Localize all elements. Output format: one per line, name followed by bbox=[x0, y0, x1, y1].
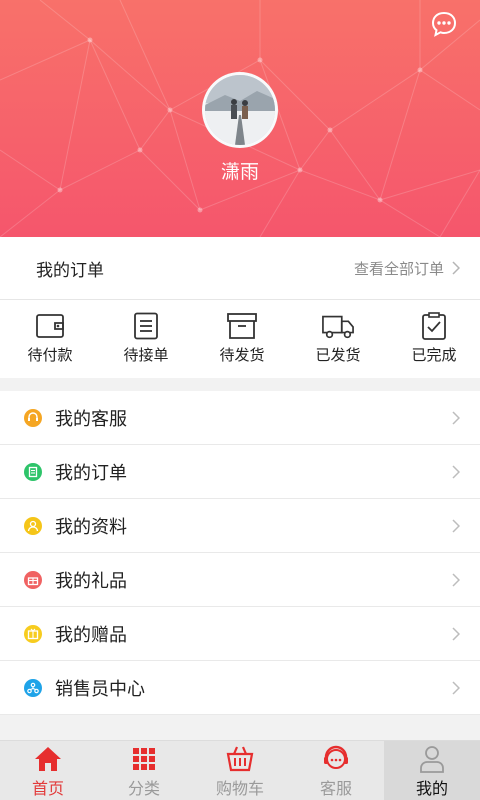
chevron-right-icon bbox=[452, 680, 460, 695]
headset-icon bbox=[324, 745, 348, 769]
cart-icon bbox=[226, 746, 254, 772]
tab-home[interactable]: 首页 bbox=[0, 741, 96, 800]
profile-header: 潇雨 bbox=[0, 0, 480, 237]
order-status-awaiting-acceptance[interactable]: 待接单 bbox=[96, 300, 192, 378]
tab-label: 首页 bbox=[31, 779, 64, 798]
menu-item-my-freebies[interactable]: 我的赠品 bbox=[0, 607, 480, 661]
box-icon bbox=[227, 313, 257, 339]
order-status-label: 待接单 bbox=[123, 346, 169, 364]
profile-icon bbox=[24, 516, 42, 535]
chevron-right-icon bbox=[452, 464, 460, 479]
tab-label: 购物车 bbox=[215, 779, 264, 798]
wallet-icon bbox=[36, 314, 64, 338]
menu-item-label: 我的赠品 bbox=[55, 624, 127, 646]
order-status-label: 已发货 bbox=[315, 346, 361, 364]
chevron-right-icon bbox=[452, 572, 460, 587]
bottom-tab-bar: 首页 分类 购物车 客服 我的 bbox=[0, 740, 480, 800]
tab-customer-service[interactable]: 客服 bbox=[288, 741, 384, 800]
orders-header: 我的订单 查看全部订单 bbox=[0, 237, 480, 300]
menu-item-my-profile[interactable]: 我的资料 bbox=[0, 499, 480, 553]
order-status-row: 待付款 待接单 待发货 已发货 已完成 bbox=[0, 300, 480, 378]
avatar-photo bbox=[205, 75, 275, 145]
order-status-awaiting-shipment[interactable]: 待发货 bbox=[192, 300, 288, 378]
chevron-right-icon bbox=[452, 518, 460, 533]
menu-list: 我的客服 我的订单 我的资料 我的礼品 我的赠品 销售员中心 bbox=[0, 391, 480, 715]
tab-label: 客服 bbox=[319, 779, 352, 798]
menu-item-label: 我的礼品 bbox=[55, 570, 127, 592]
avatar[interactable] bbox=[202, 72, 278, 148]
list-doc-icon bbox=[134, 312, 158, 340]
sales-network-icon bbox=[24, 678, 42, 697]
menu-item-label: 销售员中心 bbox=[55, 678, 145, 700]
chevron-right-icon bbox=[452, 626, 460, 641]
message-button[interactable] bbox=[430, 10, 458, 38]
chevron-right-icon bbox=[452, 261, 460, 275]
view-all-orders-link[interactable]: 查看全部订单 bbox=[354, 258, 460, 279]
home-icon bbox=[35, 747, 61, 771]
orders-card: 我的订单 查看全部订单 待付款 待接单 待发货 已发货 已完成 bbox=[0, 237, 480, 378]
order-status-label: 待发货 bbox=[219, 346, 265, 364]
orders-title: 我的订单 bbox=[36, 260, 104, 281]
username: 潇雨 bbox=[220, 161, 259, 183]
user-icon bbox=[420, 746, 444, 773]
headset-icon bbox=[24, 408, 42, 427]
menu-item-sales-center[interactable]: 销售员中心 bbox=[0, 661, 480, 715]
tab-category[interactable]: 分类 bbox=[96, 741, 192, 800]
clipboard-check-icon bbox=[422, 312, 446, 340]
chevron-right-icon bbox=[452, 410, 460, 425]
order-status-label: 已完成 bbox=[411, 346, 457, 364]
grid-icon bbox=[133, 748, 155, 770]
order-icon bbox=[24, 462, 42, 481]
gift-icon bbox=[24, 570, 42, 589]
order-status-shipped[interactable]: 已发货 bbox=[288, 300, 384, 378]
menu-item-label: 我的订单 bbox=[55, 462, 127, 484]
tab-label: 我的 bbox=[415, 779, 448, 798]
tab-mine[interactable]: 我的 bbox=[384, 741, 480, 800]
tab-label: 分类 bbox=[127, 779, 160, 798]
present-icon bbox=[24, 624, 42, 643]
menu-item-my-orders[interactable]: 我的订单 bbox=[0, 445, 480, 499]
menu-item-label: 我的客服 bbox=[55, 408, 127, 430]
menu-item-label: 我的资料 bbox=[55, 516, 127, 538]
chat-bubble-icon bbox=[431, 11, 457, 37]
tab-cart[interactable]: 购物车 bbox=[192, 741, 288, 800]
order-status-completed[interactable]: 已完成 bbox=[384, 300, 480, 378]
order-status-label: 待付款 bbox=[27, 346, 73, 364]
truck-icon bbox=[322, 315, 354, 339]
menu-item-customer-service[interactable]: 我的客服 bbox=[0, 391, 480, 445]
view-all-orders-label: 查看全部订单 bbox=[353, 259, 444, 278]
order-status-pending-payment[interactable]: 待付款 bbox=[0, 300, 96, 378]
menu-item-my-gifts[interactable]: 我的礼品 bbox=[0, 553, 480, 607]
